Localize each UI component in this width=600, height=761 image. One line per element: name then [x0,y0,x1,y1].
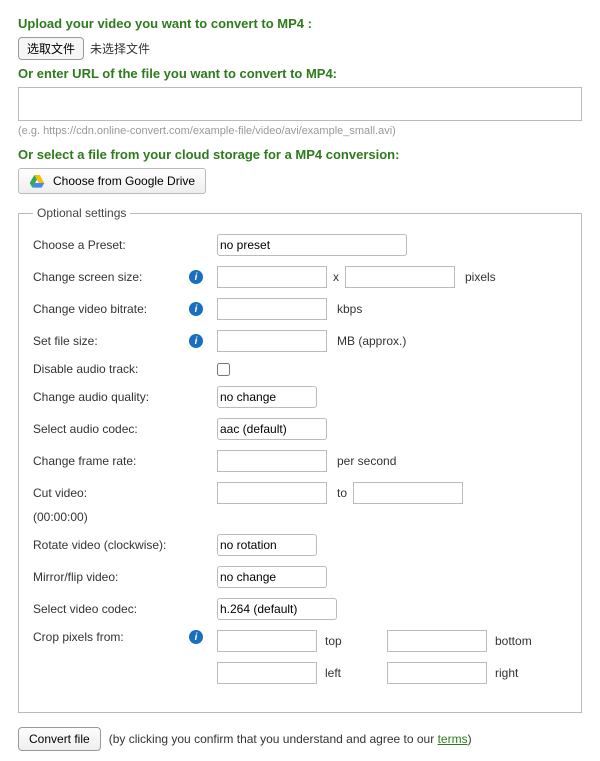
row-cut-video: Cut video: to [33,482,567,504]
crop-bottom-input[interactable] [387,630,487,652]
cloud-heading: Or select a file from your cloud storage… [18,147,582,162]
row-crop: Crop pixels from: i top bottom left righ… [33,630,567,684]
frame-rate-input[interactable] [217,450,327,472]
row-audio-quality: Change audio quality: no change [33,386,567,408]
choose-file-button[interactable]: 选取文件 [18,37,84,60]
info-icon[interactable]: i [189,334,203,348]
terms-link[interactable]: terms [438,732,468,746]
file-input-row: 选取文件 未选择文件 [18,37,582,60]
row-disable-audio: Disable audio track: [33,362,567,376]
convert-row: Convert file (by clicking you confirm th… [18,727,582,751]
rotate-select[interactable]: no rotation [217,534,317,556]
row-rotate: Rotate video (clockwise): no rotation [33,534,567,556]
disclaimer-text: (by clicking you confirm that you unders… [109,732,472,746]
audio-quality-label: Change audio quality: [33,390,149,404]
cut-format-note: (00:00:00) [33,510,567,524]
bitrate-input[interactable] [217,298,327,320]
crop-left-input[interactable] [217,662,317,684]
file-status-text: 未选择文件 [90,40,150,57]
row-filesize: Set file size: i MB (approx.) [33,330,567,352]
crop-right-input[interactable] [387,662,487,684]
google-drive-icon [29,173,45,189]
mirror-label: Mirror/flip video: [33,570,118,584]
convert-file-button[interactable]: Convert file [18,727,101,751]
filesize-unit: MB (approx.) [337,334,406,348]
x-separator: x [333,270,339,284]
screen-width-input[interactable] [217,266,327,288]
video-codec-label: Select video codec: [33,602,137,616]
cut-to-input[interactable] [353,482,463,504]
row-screen-size: Change screen size: i x pixels [33,266,567,288]
crop-left-label: left [325,666,379,680]
disclaimer-suffix: ) [468,732,472,746]
info-icon[interactable]: i [189,270,203,284]
info-icon[interactable]: i [189,302,203,316]
row-audio-codec: Select audio codec: aac (default) [33,418,567,440]
crop-grid: top bottom left right [217,630,549,684]
frame-rate-label: Change frame rate: [33,454,136,468]
disable-audio-label: Disable audio track: [33,362,138,376]
screen-size-unit: pixels [465,270,496,284]
optional-settings-fieldset: Optional settings Choose a Preset: no pr… [18,206,582,713]
crop-label: Crop pixels from: [33,630,124,644]
upload-heading: Upload your video you want to convert to… [18,16,582,31]
crop-top-label: top [325,634,379,648]
url-input[interactable] [18,87,582,121]
url-heading: Or enter URL of the file you want to con… [18,66,582,81]
google-drive-label: Choose from Google Drive [53,174,195,188]
disclaimer-prefix: (by clicking you confirm that you unders… [109,732,438,746]
row-mirror: Mirror/flip video: no change [33,566,567,588]
frame-rate-unit: per second [337,454,396,468]
cut-separator: to [337,486,347,500]
row-bitrate: Change video bitrate: i kbps [33,298,567,320]
bitrate-label: Change video bitrate: [33,302,147,316]
filesize-input[interactable] [217,330,327,352]
screen-size-label: Change screen size: [33,270,142,284]
crop-bottom-label: bottom [495,634,549,648]
audio-quality-select[interactable]: no change [217,386,317,408]
row-video-codec: Select video codec: h.264 (default) [33,598,567,620]
optional-settings-legend: Optional settings [33,206,130,220]
cut-video-label: Cut video: [33,486,87,500]
disable-audio-checkbox[interactable] [217,363,230,376]
crop-top-input[interactable] [217,630,317,652]
preset-select[interactable]: no preset [217,234,407,256]
bitrate-unit: kbps [337,302,362,316]
row-preset: Choose a Preset: no preset [33,234,567,256]
video-codec-select[interactable]: h.264 (default) [217,598,337,620]
audio-codec-label: Select audio codec: [33,422,138,436]
mirror-select[interactable]: no change [217,566,327,588]
row-frame-rate: Change frame rate: per second [33,450,567,472]
preset-label: Choose a Preset: [33,238,126,252]
filesize-label: Set file size: [33,334,98,348]
rotate-label: Rotate video (clockwise): [33,538,166,552]
google-drive-button[interactable]: Choose from Google Drive [18,168,206,194]
url-hint: (e.g. https://cdn.online-convert.com/exa… [18,125,582,137]
crop-right-label: right [495,666,549,680]
cut-from-input[interactable] [217,482,327,504]
audio-codec-select[interactable]: aac (default) [217,418,327,440]
info-icon[interactable]: i [189,630,203,644]
screen-height-input[interactable] [345,266,455,288]
